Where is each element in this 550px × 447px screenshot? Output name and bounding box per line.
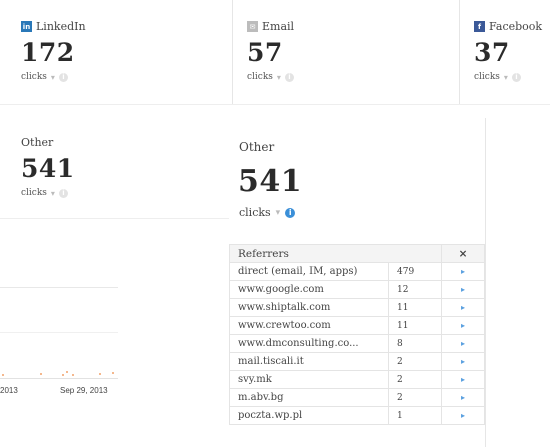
table-row[interactable]: direct (email, IM, apps) 479 ▸ — [229, 262, 485, 281]
row-arrow-icon[interactable]: ▸ — [441, 388, 485, 407]
email-icon: ✉ — [247, 21, 258, 32]
info-icon[interactable]: i — [284, 72, 294, 82]
info-icon[interactable]: i — [511, 72, 521, 82]
referrer-count: 2 — [388, 388, 442, 407]
table-row[interactable]: m.abv.bg 2 ▸ — [229, 388, 485, 407]
chart-point — [62, 374, 64, 376]
divider — [232, 0, 233, 104]
referrer-name: www.dmconsulting.co... — [229, 334, 389, 353]
referrer-count: 2 — [388, 352, 442, 371]
referrer-count: 11 — [388, 298, 442, 317]
facebook-icon: f — [474, 21, 485, 32]
row-arrow-icon[interactable]: ▸ — [441, 370, 485, 389]
other-detail-panel: Other 541 clicks ▾ i Referrers × direct … — [229, 118, 485, 447]
linkedin-clicks: clicks ▾ i — [21, 72, 86, 82]
referrers-table: Referrers × direct (email, IM, apps) 479… — [229, 244, 485, 425]
dropdown-caret-icon[interactable]: ▾ — [276, 208, 281, 218]
timeline-date-label: Sep 29, 2013 — [60, 386, 108, 395]
row-arrow-icon[interactable]: ▸ — [441, 262, 485, 281]
linkedin-card[interactable]: in LinkedIn 172 clicks ▾ i — [21, 20, 86, 82]
chart-baseline — [0, 378, 118, 379]
referrers-header: Referrers — [229, 244, 442, 263]
referrer-name: www.shiptalk.com — [229, 298, 389, 317]
other-count: 541 — [21, 154, 75, 183]
referrer-name: www.crewtoo.com — [229, 316, 389, 335]
panel-clicks: clicks ▾ i — [239, 206, 296, 219]
facebook-label: Facebook — [489, 20, 543, 33]
chart-gridline — [0, 287, 118, 288]
table-row[interactable]: www.crewtoo.com 11 ▸ — [229, 316, 485, 335]
chart-point — [40, 373, 42, 375]
info-icon[interactable]: i — [58, 72, 68, 82]
chart-point — [99, 373, 101, 375]
panel-count: 541 — [238, 164, 303, 199]
email-card-header: ✉ Email — [247, 20, 294, 33]
dropdown-caret-icon[interactable]: ▾ — [277, 73, 281, 82]
referrer-count: 8 — [388, 334, 442, 353]
referrer-count: 2 — [388, 370, 442, 389]
table-row[interactable]: www.shiptalk.com 11 ▸ — [229, 298, 485, 317]
clicks-label: clicks — [21, 72, 47, 82]
clicks-label: clicks — [247, 72, 273, 82]
chart-point — [66, 371, 68, 373]
referrer-name: mail.tiscali.it — [229, 352, 389, 371]
row-arrow-icon[interactable]: ▸ — [441, 352, 485, 371]
referrer-count: 12 — [388, 280, 442, 299]
row-arrow-icon[interactable]: ▸ — [441, 280, 485, 299]
panel-title: Other — [239, 140, 275, 154]
linkedin-count: 172 — [21, 38, 75, 67]
referrer-name: m.abv.bg — [229, 388, 389, 407]
referrer-name: svy.mk — [229, 370, 389, 389]
facebook-card-header: f Facebook — [474, 20, 542, 33]
row-divider — [0, 104, 550, 105]
clicks-label: clicks — [239, 206, 271, 219]
timeline-date-label: 2013 — [0, 386, 18, 395]
clicks-label: clicks — [474, 72, 500, 82]
other-label: Other — [21, 136, 54, 149]
email-clicks: clicks ▾ i — [247, 72, 294, 82]
linkedin-icon: in — [21, 21, 32, 32]
email-card[interactable]: ✉ Email 57 clicks ▾ i — [247, 20, 294, 82]
row-arrow-icon[interactable]: ▸ — [441, 316, 485, 335]
row-arrow-icon[interactable]: ▸ — [441, 406, 485, 425]
referrer-name: www.google.com — [229, 280, 389, 299]
table-row[interactable]: mail.tiscali.it 2 ▸ — [229, 352, 485, 371]
email-count: 57 — [247, 38, 283, 67]
row-arrow-icon[interactable]: ▸ — [441, 334, 485, 353]
table-row[interactable]: www.dmconsulting.co... 8 ▸ — [229, 334, 485, 353]
table-row[interactable]: poczta.wp.pl 1 ▸ — [229, 406, 485, 425]
facebook-clicks: clicks ▾ i — [474, 72, 542, 82]
referrer-name: poczta.wp.pl — [229, 406, 389, 425]
referrer-count: 11 — [388, 316, 442, 335]
referrers-header-row: Referrers × — [229, 244, 485, 263]
referrer-count: 479 — [388, 262, 442, 281]
clicks-label: clicks — [21, 188, 47, 198]
row-divider — [0, 218, 229, 219]
divider — [459, 0, 460, 104]
dropdown-caret-icon[interactable]: ▾ — [504, 73, 508, 82]
facebook-card[interactable]: f Facebook 37 clicks ▾ i — [474, 20, 542, 82]
referrer-name: direct (email, IM, apps) — [229, 262, 389, 281]
linkedin-label: LinkedIn — [36, 20, 86, 33]
table-row[interactable]: svy.mk 2 ▸ — [229, 370, 485, 389]
info-icon[interactable]: i — [58, 188, 68, 198]
chart-point — [72, 374, 74, 376]
other-card-header: Other — [21, 136, 75, 149]
referrer-count: 1 — [388, 406, 442, 425]
dropdown-caret-icon[interactable]: ▾ — [51, 189, 55, 198]
email-label: Email — [262, 20, 295, 33]
facebook-count: 37 — [474, 38, 510, 67]
linkedin-card-header: in LinkedIn — [21, 20, 86, 33]
panel-divider — [485, 118, 486, 447]
other-clicks: clicks ▾ i — [21, 188, 75, 198]
info-icon[interactable]: i — [285, 207, 296, 218]
dropdown-caret-icon[interactable]: ▾ — [51, 73, 55, 82]
chart-point — [112, 372, 114, 374]
close-icon[interactable]: × — [441, 244, 485, 263]
chart-point — [2, 374, 4, 376]
row-arrow-icon[interactable]: ▸ — [441, 298, 485, 317]
table-row[interactable]: www.google.com 12 ▸ — [229, 280, 485, 299]
other-card[interactable]: Other 541 clicks ▾ i — [21, 136, 75, 198]
chart-gridline — [0, 332, 118, 333]
